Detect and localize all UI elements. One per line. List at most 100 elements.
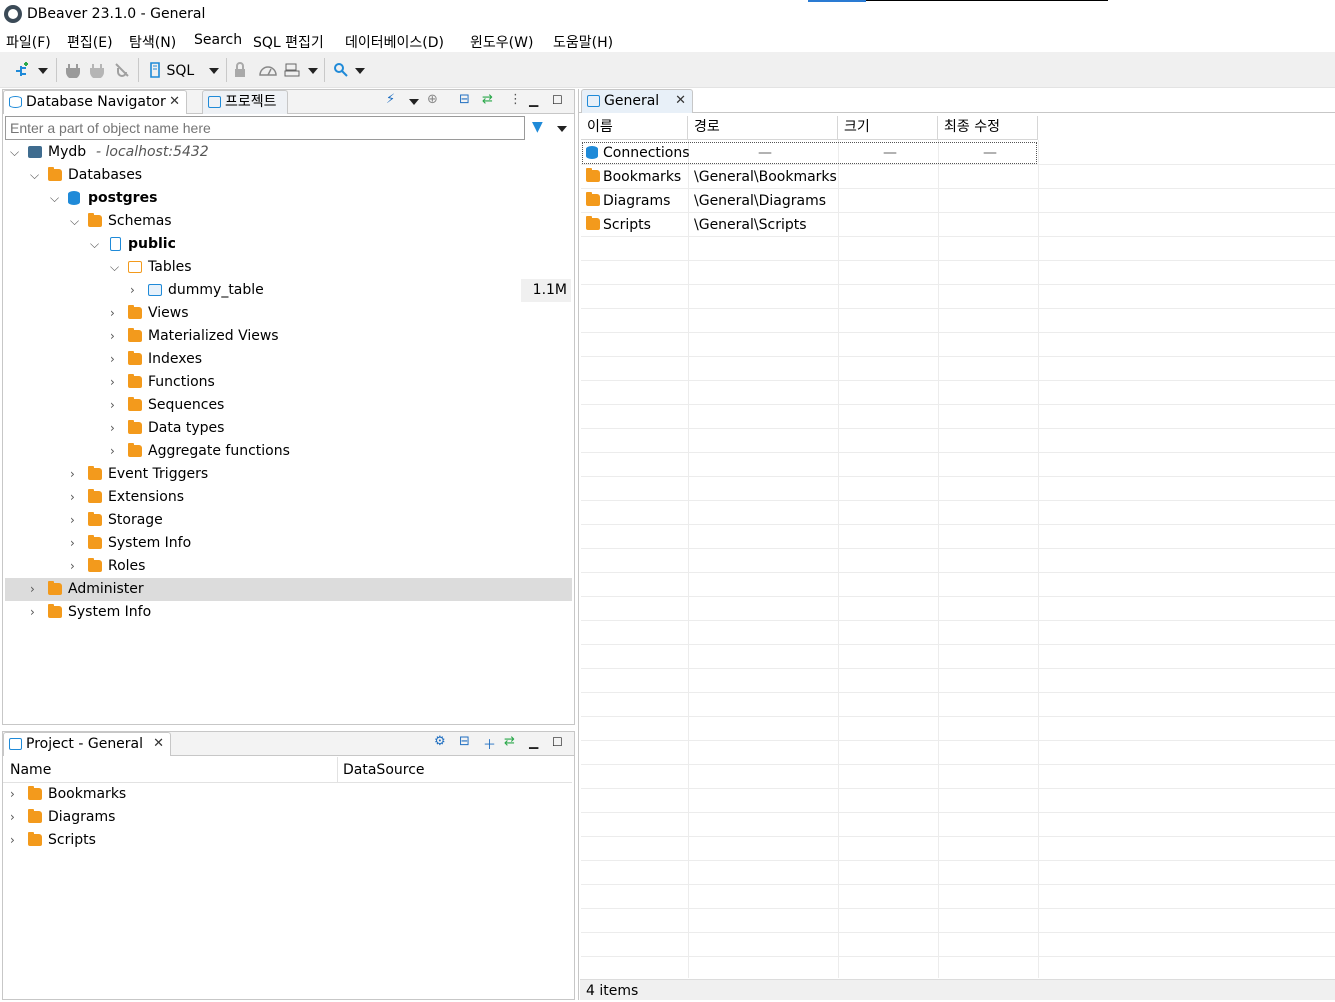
- menu-help[interactable]: 도움말(H): [553, 32, 613, 52]
- new-connection-icon[interactable]: ⚡: [386, 92, 395, 107]
- folder-icon: [88, 466, 102, 480]
- database-icon: [9, 96, 22, 108]
- toolbar-separator: [324, 58, 325, 82]
- filter-icon[interactable]: ▼: [532, 119, 543, 135]
- chevron-right-icon[interactable]: ›: [130, 279, 142, 302]
- chevron-right-icon[interactable]: ›: [10, 783, 22, 806]
- menu-navigate[interactable]: 탐색(N): [129, 32, 176, 52]
- node-label: Indexes: [148, 351, 203, 367]
- connect-icon[interactable]: [66, 62, 80, 80]
- minimize-icon[interactable]: ▁: [529, 93, 538, 107]
- maximize-icon[interactable]: ☐: [552, 93, 563, 107]
- folder-icon: [128, 443, 142, 457]
- tab-project-general[interactable]: Project - General ✕: [3, 732, 171, 756]
- disconnect-icon[interactable]: [114, 62, 130, 80]
- grid-row-line: [581, 788, 1335, 789]
- dashboard-icon[interactable]: [258, 62, 278, 80]
- grid-row-line: [581, 884, 1335, 885]
- chevron-down-icon[interactable]: [308, 68, 318, 74]
- folder-icon: [128, 397, 142, 411]
- chevron-right-icon[interactable]: ›: [30, 578, 42, 601]
- grid-row-line: [581, 836, 1335, 837]
- link-editor-icon[interactable]: ⇄: [504, 734, 515, 749]
- column-header-name[interactable]: Name: [10, 762, 51, 778]
- chevron-down-icon[interactable]: [557, 126, 567, 132]
- grid-row-line: [581, 500, 1335, 501]
- chevron-down-icon[interactable]: [355, 68, 365, 74]
- chevron-down-icon[interactable]: ⌵: [10, 141, 22, 164]
- column-header-path[interactable]: 경로: [688, 116, 838, 140]
- chevron-down-icon[interactable]: [209, 68, 219, 74]
- chevron-right-icon[interactable]: ›: [70, 463, 82, 486]
- column-header-size[interactable]: 크기: [838, 116, 938, 140]
- chevron-right-icon[interactable]: ›: [70, 555, 82, 578]
- cell-name: Bookmarks: [603, 169, 682, 185]
- close-icon[interactable]: ✕: [169, 91, 180, 113]
- tree-node-administer[interactable]: › Administer: [5, 578, 572, 601]
- transactions-icon[interactable]: [284, 62, 302, 80]
- add-icon[interactable]: ＋: [483, 734, 496, 753]
- maximize-icon[interactable]: ☐: [552, 735, 563, 749]
- column-header-datasource[interactable]: DataSource: [343, 762, 425, 778]
- tab-database-navigator[interactable]: Database Navigator ✕: [3, 90, 187, 114]
- grid-row-line: [581, 260, 1335, 261]
- storage-folder-icon: [88, 512, 102, 526]
- chevron-right-icon[interactable]: ›: [30, 601, 42, 624]
- close-icon[interactable]: ✕: [675, 90, 686, 112]
- chevron-right-icon[interactable]: ›: [110, 302, 122, 325]
- grid-row-line: [581, 452, 1335, 453]
- chevron-down-icon[interactable]: ⌵: [90, 233, 102, 256]
- database-icon: [68, 191, 80, 205]
- tab-projects[interactable]: 프로젝트: [202, 90, 288, 114]
- sql-editor-button[interactable]: SQL: [148, 62, 194, 80]
- chevron-down-icon[interactable]: [38, 68, 48, 74]
- administer-folder-icon: [48, 581, 62, 595]
- chevron-right-icon[interactable]: ›: [70, 532, 82, 555]
- menu-window[interactable]: 윈도우(W): [470, 32, 533, 52]
- editor-tabbar: General ✕: [579, 89, 1335, 113]
- tab-general[interactable]: General ✕: [581, 89, 693, 113]
- chevron-right-icon[interactable]: ›: [10, 829, 22, 852]
- gear-icon[interactable]: ⚙: [434, 734, 446, 749]
- chevron-right-icon[interactable]: ›: [110, 325, 122, 348]
- chevron-right-icon[interactable]: ›: [110, 371, 122, 394]
- chevron-right-icon[interactable]: ›: [110, 417, 122, 440]
- chevron-right-icon[interactable]: ›: [10, 806, 22, 829]
- chevron-right-icon[interactable]: ›: [70, 486, 82, 509]
- chevron-right-icon[interactable]: ›: [70, 509, 82, 532]
- new-connection-icon[interactable]: [12, 62, 30, 80]
- chevron-right-icon[interactable]: ›: [110, 348, 122, 371]
- menu-sql-editor[interactable]: SQL 편집기: [253, 32, 324, 52]
- grid-row-line: [581, 932, 1335, 933]
- chevron-down-icon[interactable]: ⌵: [30, 164, 42, 187]
- lock-icon[interactable]: [233, 62, 247, 80]
- chevron-down-icon[interactable]: ⌵: [50, 187, 62, 210]
- chevron-right-icon[interactable]: ›: [110, 440, 122, 463]
- column-header-name[interactable]: 이름: [581, 116, 688, 140]
- chevron-down-icon[interactable]: [409, 99, 419, 105]
- menu-database[interactable]: 데이터베이스(D): [345, 32, 444, 52]
- navigator-filter-input[interactable]: [5, 116, 525, 140]
- grid-row-line: [581, 332, 1335, 333]
- close-icon[interactable]: ✕: [153, 733, 164, 755]
- minimize-icon[interactable]: ▁: [529, 735, 538, 749]
- grid-row-line: [581, 644, 1335, 645]
- link-editor-icon[interactable]: ⇄: [482, 92, 493, 107]
- menu-search[interactable]: Search: [194, 32, 242, 48]
- chevron-right-icon[interactable]: ›: [110, 394, 122, 417]
- grid-row-line: [581, 716, 1335, 717]
- menu-edit[interactable]: 편집(E): [67, 32, 113, 52]
- grid-row-line: [581, 620, 1335, 621]
- tree-node-dummy-table[interactable]: › dummy_table 1.1M: [130, 279, 572, 302]
- table-icon: [148, 284, 162, 296]
- view-menu-icon[interactable]: ⋮: [509, 92, 522, 107]
- chevron-down-icon[interactable]: ⌵: [70, 210, 82, 233]
- search-icon[interactable]: [333, 62, 349, 80]
- chevron-down-icon[interactable]: ⌵: [110, 256, 122, 279]
- column-header-modified[interactable]: 최종 수정: [938, 116, 1038, 140]
- collapse-all-icon[interactable]: ⊟: [459, 734, 470, 749]
- new-folder-icon[interactable]: ⊕: [427, 92, 438, 107]
- menu-file[interactable]: 파일(F): [6, 32, 51, 52]
- reconnect-icon[interactable]: [90, 62, 106, 80]
- collapse-all-icon[interactable]: ⊟: [459, 92, 470, 107]
